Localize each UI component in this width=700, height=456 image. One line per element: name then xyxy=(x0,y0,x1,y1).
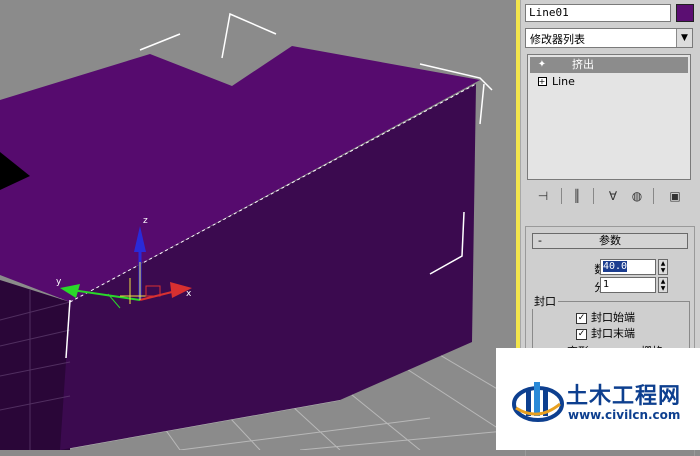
collapse-icon: - xyxy=(538,234,542,247)
modifier-list-dropdown[interactable]: 修改器列表 ▼ xyxy=(525,28,693,48)
pin-stack-icon[interactable]: ⊣ xyxy=(533,186,553,206)
lightbulb-icon[interactable]: ✦ xyxy=(536,59,548,71)
civilcn-logo-icon xyxy=(512,382,564,422)
object-name-field[interactable]: Line01 xyxy=(525,4,671,22)
amount-row: 数量: 40.0 ▲▼ xyxy=(526,259,696,277)
viewport-scene: z x y xyxy=(0,12,516,450)
watermark-title: 土木工程网 xyxy=(566,384,682,409)
stack-item-label: 挤出 xyxy=(572,58,594,71)
object-color-swatch[interactable] xyxy=(676,4,694,22)
show-end-result-icon[interactable]: ║ xyxy=(567,186,587,206)
modifier-list-label: 修改器列表 xyxy=(530,33,585,46)
extrude-left-face xyxy=(0,280,70,450)
axis-z-label: z xyxy=(143,216,148,226)
axis-x-label: x xyxy=(186,289,192,299)
cap-end-checkbox[interactable]: ✓ xyxy=(576,328,587,340)
configure-modifier-sets-icon[interactable]: ▣ xyxy=(665,186,685,206)
cap-end-row[interactable]: ✓ 封口末端 xyxy=(576,325,635,341)
amount-field[interactable]: 40.0 xyxy=(600,259,656,275)
rollout-title: 参数 xyxy=(599,234,621,247)
cap-start-label: 封口始端 xyxy=(591,311,635,324)
make-unique-icon[interactable]: ∀ xyxy=(603,186,623,206)
cap-start-checkbox[interactable]: ✓ xyxy=(576,312,587,324)
amount-spinner[interactable]: ▲ ▼ xyxy=(658,259,668,275)
perspective-viewport[interactable]: z x y xyxy=(0,0,516,450)
modifier-stack: ✦ 挤出 + Line xyxy=(527,54,691,180)
watermark: 土木工程网 www.civilcn.com xyxy=(496,348,700,450)
remove-modifier-icon[interactable]: ◍ xyxy=(627,186,647,206)
plus-box-icon[interactable]: + xyxy=(536,76,548,88)
segments-spinner[interactable]: ▲ ▼ xyxy=(658,277,668,293)
segments-field[interactable]: 1 xyxy=(600,277,656,293)
axis-y-label: y xyxy=(56,277,62,287)
rollout-header-parameters[interactable]: - 参数 xyxy=(532,233,688,249)
object-name-row: Line01 xyxy=(525,4,697,24)
cap-end-label: 封口末端 xyxy=(591,327,635,340)
watermark-url: www.civilcn.com xyxy=(568,408,681,422)
stack-toolbar: ⊣ ║ ∀ ◍ ▣ xyxy=(527,186,695,208)
chevron-down-icon[interactable]: ▼ xyxy=(676,29,692,47)
cap-group-title: 封口 xyxy=(532,293,558,309)
stack-item-extrude[interactable]: ✦ 挤出 xyxy=(530,57,688,73)
cap-start-row[interactable]: ✓ 封口始端 xyxy=(576,309,635,325)
stack-item-label: Line xyxy=(552,75,575,88)
stack-item-line[interactable]: + Line xyxy=(530,74,688,90)
